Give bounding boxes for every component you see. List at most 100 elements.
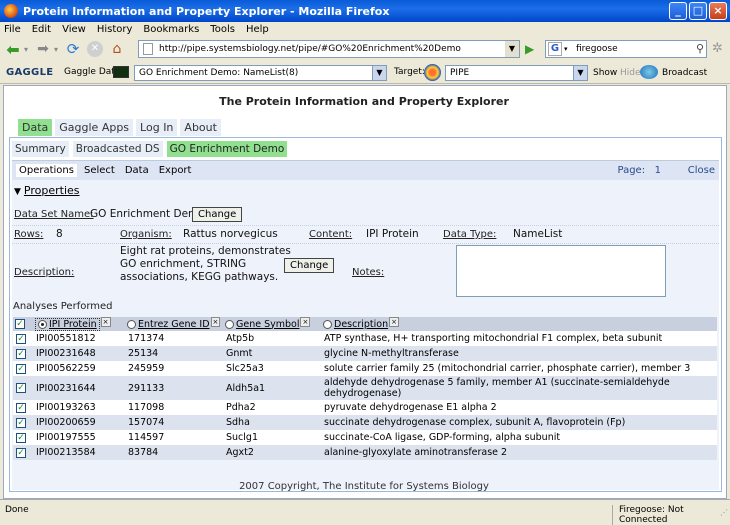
description-cell: alanine-glyoxylate aminotransferase 2	[321, 445, 717, 460]
row-checkbox-cell[interactable]: ✓	[13, 331, 33, 346]
search-icon[interactable]: ⚲	[696, 42, 704, 55]
row-checkbox-cell[interactable]: ✓	[13, 400, 33, 415]
stop-icon[interactable]: ✕	[86, 40, 104, 58]
back-dropdown-icon[interactable]: ▾	[22, 40, 30, 58]
row-checkbox[interactable]: ✓	[16, 363, 26, 374]
google-icon[interactable]: G	[548, 42, 562, 56]
menu-view[interactable]: View	[62, 24, 86, 35]
col-label[interactable]: IPI Protein	[49, 319, 97, 330]
rows-label: Rows:	[14, 229, 44, 240]
gaggle-data-select[interactable]: GO Enrichment Demo: NameList(8) ▼	[134, 65, 387, 81]
home-icon[interactable]: ⌂	[108, 40, 126, 58]
remove-column-icon[interactable]: ×	[389, 316, 399, 327]
properties-label[interactable]: Properties	[24, 184, 80, 197]
target-dropdown-icon[interactable]: ▼	[573, 66, 587, 80]
row-checkbox-cell[interactable]: ✓	[13, 346, 33, 361]
minimize-button[interactable]: _	[669, 2, 687, 20]
gear-icon[interactable]: ✲	[712, 41, 723, 56]
tab-data[interactable]: Data	[18, 119, 53, 136]
row-checkbox[interactable]: ✓	[16, 432, 26, 443]
search-engine-dropdown-icon[interactable]: ▾	[564, 45, 572, 53]
ipi-cell: IPI00200659	[33, 415, 125, 430]
firegoose-status[interactable]: Firegoose: Not Connected	[612, 505, 730, 525]
row-checkbox-cell[interactable]: ✓	[13, 430, 33, 445]
tab-log-in[interactable]: Log In	[136, 119, 178, 136]
menu-history[interactable]: History	[97, 24, 133, 35]
key-radio[interactable]	[323, 319, 332, 329]
properties-header[interactable]: ▼ Properties	[14, 184, 80, 197]
forward-icon[interactable]: ➡	[34, 40, 52, 58]
ops-tab-select[interactable]: Select	[81, 164, 118, 177]
dataset-view: Operations Select Data Export Page: 1 Cl…	[12, 160, 719, 490]
remove-column-icon[interactable]: ×	[300, 316, 311, 327]
tab-gaggle-apps[interactable]: Gaggle Apps	[55, 119, 134, 136]
url-bar[interactable]: http://pipe.systemsbiology.net/pipe/#GO%…	[138, 40, 520, 58]
row-checkbox-cell[interactable]: ✓	[13, 376, 33, 400]
row-checkbox-cell[interactable]: ✓	[13, 445, 33, 460]
broadcast-icon[interactable]	[640, 65, 658, 79]
col-ipi-protein[interactable]: IPI Protein ×	[33, 316, 125, 331]
menu-edit[interactable]: Edit	[32, 24, 51, 35]
remove-column-icon[interactable]: ×	[210, 316, 221, 327]
window-title: Protein Information and Property Explore…	[23, 4, 390, 18]
menu-help[interactable]: Help	[246, 24, 269, 35]
menu-bookmarks[interactable]: Bookmarks	[143, 24, 199, 35]
menu-tools[interactable]: Tools	[210, 24, 235, 35]
row-checkbox[interactable]: ✓	[16, 348, 26, 359]
go-icon[interactable]: ▶	[525, 42, 534, 56]
row-checkbox[interactable]: ✓	[16, 447, 26, 458]
row-checkbox-cell[interactable]: ✓	[13, 361, 33, 376]
back-icon[interactable]: ⬅	[4, 40, 22, 59]
col-description[interactable]: Description ×	[321, 316, 717, 331]
col-label[interactable]: Entrez Gene ID	[138, 319, 210, 330]
col-gene-symbol[interactable]: Gene Symbol ×	[223, 316, 321, 331]
ops-tab-data[interactable]: Data	[122, 164, 152, 177]
ops-tab-operations[interactable]: Operations	[16, 164, 77, 177]
gaggle-data-dropdown-icon[interactable]: ▼	[372, 66, 386, 80]
key-radio[interactable]	[127, 319, 136, 329]
url-dropdown-icon[interactable]: ▼	[505, 41, 519, 57]
remove-column-icon[interactable]: ×	[100, 316, 111, 327]
row-checkbox[interactable]: ✓	[16, 333, 26, 344]
page-number[interactable]: 1	[655, 165, 661, 176]
row-checkbox[interactable]: ✓	[16, 417, 26, 428]
row-checkbox[interactable]: ✓	[16, 383, 26, 393]
subtab-broadcasted-ds[interactable]: Broadcasted DS	[72, 141, 163, 157]
resize-grip-icon[interactable]: ⋰	[720, 508, 728, 517]
search-input[interactable]: firegoose	[576, 44, 618, 54]
menu-file[interactable]: File	[4, 24, 21, 35]
target-select[interactable]: PIPE ▼	[445, 65, 588, 81]
col-label[interactable]: Description	[334, 319, 388, 330]
reload-icon[interactable]: ⟳	[64, 40, 82, 58]
select-all-header[interactable]: ✓	[13, 317, 33, 331]
description-line: Eight rat proteins, demonstrates	[120, 245, 291, 257]
subtab-summary[interactable]: Summary	[12, 141, 69, 157]
collapse-triangle-icon[interactable]: ▼	[14, 187, 21, 197]
copyright-footer: 2007 Copyright, The Institute for System…	[239, 481, 489, 492]
change-description-button[interactable]: Change	[284, 258, 335, 273]
tab-about[interactable]: About	[180, 119, 221, 136]
ipi-cell: IPI00213584	[33, 445, 125, 460]
forward-dropdown-icon[interactable]: ▾	[52, 40, 60, 58]
row-checkbox[interactable]: ✓	[16, 402, 26, 413]
entrez-cell: 157074	[125, 415, 223, 430]
maximize-button[interactable]: □	[689, 2, 707, 20]
show-button[interactable]: Show	[593, 68, 617, 78]
row-checkbox-cell[interactable]: ✓	[13, 415, 33, 430]
col-entrez-gene-id[interactable]: Entrez Gene ID ×	[125, 316, 223, 331]
key-radio[interactable]	[38, 319, 47, 329]
ipi-cell: IPI00231648	[33, 346, 125, 361]
hide-button[interactable]: Hide	[620, 68, 641, 78]
select-all-checkbox[interactable]: ✓	[15, 319, 25, 329]
broadcast-button[interactable]: Broadcast	[662, 68, 707, 78]
col-label[interactable]: Gene Symbol	[236, 319, 299, 330]
close-link[interactable]: Close	[688, 165, 715, 176]
notes-field[interactable]	[456, 245, 666, 297]
search-bar[interactable]: G ▾ firegoose ⚲	[545, 40, 707, 58]
change-name-button[interactable]: Change	[192, 207, 243, 222]
close-window-button[interactable]: ×	[709, 2, 727, 20]
table-row: ✓ IPI00200659 157074 Sdha succinate dehy…	[13, 415, 717, 430]
ops-tab-export[interactable]: Export	[156, 164, 195, 177]
key-radio[interactable]	[225, 319, 234, 329]
subtab-go-enrichment-demo[interactable]: GO Enrichment Demo	[166, 141, 288, 157]
